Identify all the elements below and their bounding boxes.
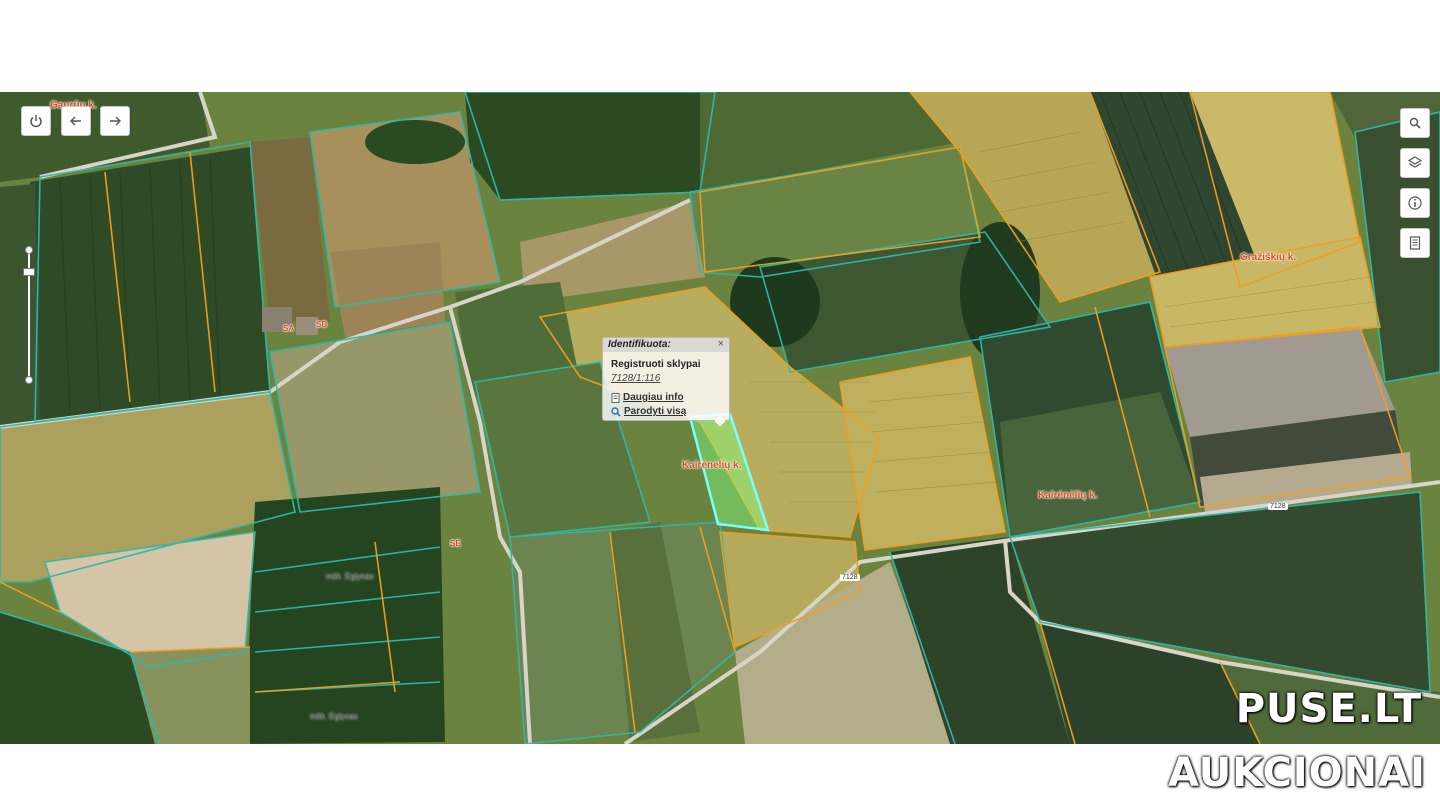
back-button[interactable] xyxy=(61,106,91,136)
power-icon xyxy=(30,115,42,128)
layers-button[interactable] xyxy=(1400,148,1430,178)
search-icon xyxy=(1409,117,1421,129)
forward-arrow-icon xyxy=(110,116,121,126)
label-kairenelu-village-center: Kairėnėlių k. xyxy=(682,460,742,471)
show-all-link[interactable]: Parodyti visą xyxy=(611,406,686,417)
popup-anchor-marker xyxy=(714,415,726,427)
map-view[interactable]: Gaurūų k. Gražiškių k. Kairėnėlių k. Kai… xyxy=(0,92,1440,744)
parcel-id-link[interactable]: 7128/1:116 xyxy=(611,373,660,384)
power-button[interactable] xyxy=(21,106,51,136)
brand-aukcionai: AUKCIONAI xyxy=(1168,750,1426,796)
popup-layer-title: Registruoti sklypai xyxy=(611,359,701,370)
info-button[interactable] xyxy=(1400,188,1430,218)
forward-button[interactable] xyxy=(100,106,130,136)
zoom-handle[interactable] xyxy=(23,268,35,276)
more-info-link[interactable]: Daugiau info xyxy=(611,392,684,403)
close-icon[interactable]: × xyxy=(718,338,724,350)
search-button[interactable] xyxy=(1400,108,1430,138)
label-forest-eglynas-2: mšk. Eglynas xyxy=(310,712,358,721)
label-grazisku-village: Gražiškių k. xyxy=(1240,252,1297,263)
info-icon xyxy=(1408,196,1422,210)
document-button[interactable] xyxy=(1400,228,1430,258)
zoom-search-icon xyxy=(611,406,621,417)
more-info-label: Daugiau info xyxy=(623,392,684,403)
label-marker-se: SE xyxy=(450,539,461,548)
brand-puse-lt: PUSE.LT xyxy=(1235,686,1422,732)
label-marker-sa: SA xyxy=(283,324,295,333)
road-number-badge: 7128 xyxy=(840,574,860,581)
label-forest-eglynas-1: mšk. Eglynas xyxy=(326,572,374,581)
label-marker-sb: SB xyxy=(316,320,328,329)
back-arrow-icon xyxy=(70,116,81,126)
page-icon xyxy=(611,392,620,403)
zoom-track xyxy=(28,246,30,376)
layers-icon xyxy=(1407,156,1423,168)
show-all-label: Parodyti visą xyxy=(624,406,687,417)
document-icon xyxy=(1409,236,1421,250)
zoom-out-dot[interactable] xyxy=(25,376,33,384)
road-number-badge: 7128 xyxy=(1268,503,1288,510)
identify-popup: Identifikuota: × Registruoti sklypai 712… xyxy=(602,337,730,421)
zoom-in-dot[interactable] xyxy=(25,246,33,254)
label-kairenelu-village-right: Kairėnėlių k. xyxy=(1038,490,1098,501)
popup-header: Identifikuota: xyxy=(603,338,729,352)
zoom-slider[interactable] xyxy=(23,240,35,384)
